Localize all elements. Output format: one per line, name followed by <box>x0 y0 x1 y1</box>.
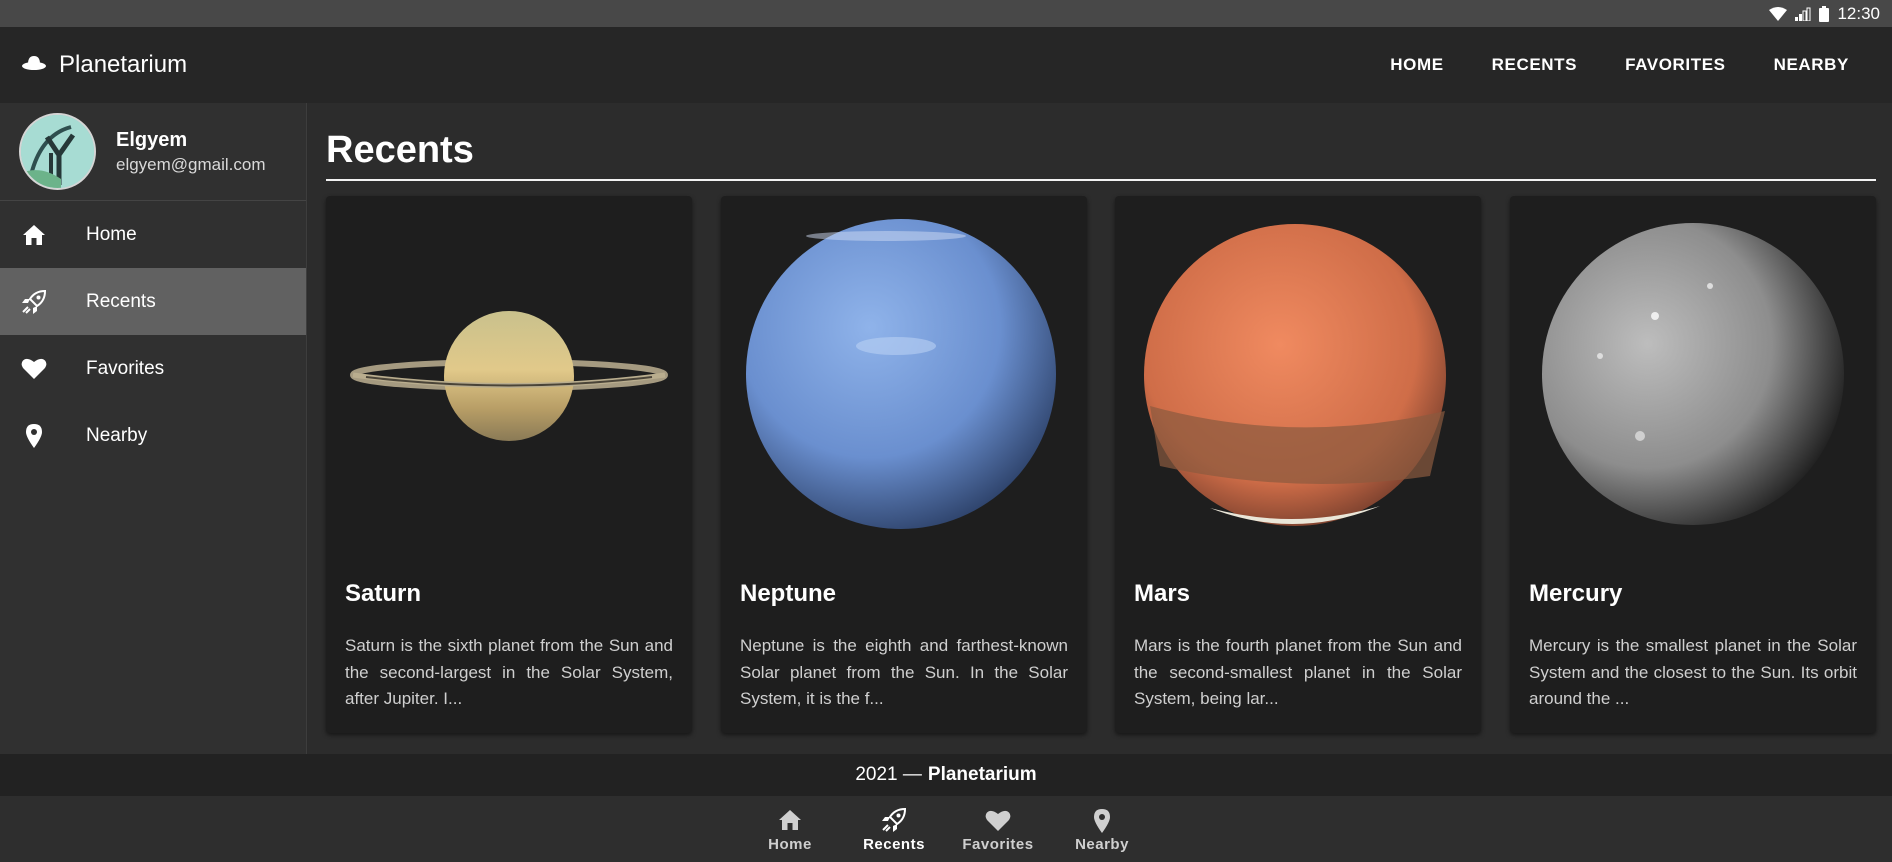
brand[interactable]: Planetarium <box>21 51 187 79</box>
bottom-nav-recents[interactable]: Recents <box>855 805 933 853</box>
nav-favorites[interactable]: FAVORITES <box>1601 27 1750 103</box>
bottom-nav-label: Nearby <box>1075 836 1129 853</box>
planet-description: Mercury is the smallest planet in the So… <box>1529 636 1857 708</box>
profile-email: elgyem@gmail.com <box>116 154 266 174</box>
footer: 2021 — Planetarium <box>0 754 1892 796</box>
planet-card-mercury[interactable]: Mercury Mercury is the smallest planet i… <box>1510 196 1876 733</box>
planet-card-neptune[interactable]: Neptune Neptune is the eighth and farthe… <box>721 196 1087 733</box>
neptune-image <box>721 196 1087 566</box>
planet-name: Mercury <box>1529 580 1623 607</box>
drawer-item-nearby[interactable]: Nearby <box>0 402 306 469</box>
location-pin-icon <box>20 422 48 450</box>
bottom-nav-home[interactable]: Home <box>751 805 829 853</box>
drawer-item-label: Nearby <box>86 424 148 446</box>
title-divider <box>326 179 1876 181</box>
signal-icon <box>1795 7 1811 21</box>
saturn-image <box>326 196 692 566</box>
footer-year: 2021 — <box>855 764 922 785</box>
planet-description: Mars is the fourth planet from the Sun a… <box>1134 636 1462 708</box>
planet-name: Neptune <box>740 580 836 607</box>
user-profile: Elgyem elgyem@gmail.com <box>0 103 306 201</box>
drawer-item-favorites[interactable]: Favorites <box>0 335 306 402</box>
drawer-item-label: Home <box>86 223 137 245</box>
planet-name: Mars <box>1134 580 1191 607</box>
bottom-nav-nearby[interactable]: Nearby <box>1063 805 1141 853</box>
heart-icon <box>985 805 1011 835</box>
home-icon <box>20 221 48 249</box>
drawer-item-label: Favorites <box>86 357 165 379</box>
bottom-nav-label: Favorites <box>962 836 1034 853</box>
side-drawer: Elgyem elgyem@gmail.com Home Recents Fav… <box>0 103 307 754</box>
profile-name: Elgyem <box>116 128 188 151</box>
planet-description: Neptune is the eighth and farthest-known… <box>740 636 1068 708</box>
nav-home[interactable]: HOME <box>1366 27 1467 103</box>
planet-name: Saturn <box>345 580 422 607</box>
page-title: Recents <box>326 129 474 171</box>
planet-card-mars[interactable]: Mars Mars is the fourth planet from the … <box>1115 196 1481 733</box>
status-bar: 12:30 <box>0 0 1892 27</box>
nav-nearby[interactable]: NEARBY <box>1750 27 1873 103</box>
wifi-icon <box>1769 6 1788 21</box>
rocket-icon <box>881 805 907 835</box>
mercury-image <box>1510 196 1876 566</box>
bottom-nav-label: Recents <box>863 836 925 853</box>
ufo-icon <box>21 55 47 76</box>
footer-brand: Planetarium <box>927 764 1037 785</box>
app-title: Planetarium <box>59 51 188 78</box>
drawer-item-home[interactable]: Home <box>0 201 306 268</box>
drawer-item-recents[interactable]: Recents <box>0 268 306 335</box>
status-time: 12:30 <box>1837 3 1880 23</box>
mars-image <box>1115 196 1481 566</box>
bottom-nav: Home Recents Favorites Nearby <box>0 796 1892 862</box>
location-pin-icon <box>1093 805 1111 835</box>
top-nav: HOME RECENTS FAVORITES NEARBY <box>1366 27 1873 103</box>
nav-recents[interactable]: RECENTS <box>1468 27 1601 103</box>
avatar[interactable] <box>19 113 96 190</box>
main-content: Recents Saturn Saturn is the sixth plane… <box>308 103 1892 754</box>
app-bar: Planetarium HOME RECENTS FAVORITES NEARB… <box>0 27 1892 103</box>
bottom-nav-favorites[interactable]: Favorites <box>959 805 1037 853</box>
rocket-icon <box>20 288 48 316</box>
heart-icon <box>20 355 48 383</box>
battery-icon <box>1819 5 1830 22</box>
bottom-nav-label: Home <box>768 836 812 853</box>
drawer-item-label: Recents <box>86 290 156 312</box>
home-icon <box>778 805 802 835</box>
planet-card-saturn[interactable]: Saturn Saturn is the sixth planet from t… <box>326 196 692 733</box>
planet-description: Saturn is the sixth planet from the Sun … <box>345 636 673 708</box>
